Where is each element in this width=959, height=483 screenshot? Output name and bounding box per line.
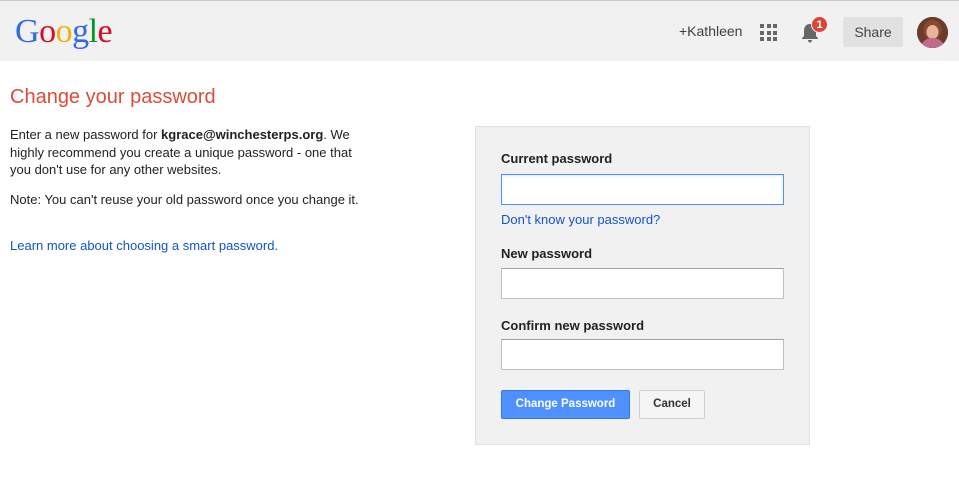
intro-text: Enter a new password for kgrace@winchest…: [10, 126, 360, 179]
logo-letter: g: [72, 13, 89, 50]
logo-letter: l: [88, 13, 98, 50]
learn-more-link[interactable]: Learn more about choosing a smart passwo…: [10, 238, 278, 253]
reuse-note: Note: You can't reuse your old password …: [10, 192, 359, 207]
logo-letter: e: [97, 13, 113, 50]
confirm-password-field[interactable]: [501, 339, 784, 370]
top-bar: Google +Kathleen 1 Share: [0, 0, 959, 61]
notification-count-badge[interactable]: 1: [811, 16, 828, 33]
avatar[interactable]: [917, 17, 948, 48]
cancel-button[interactable]: Cancel: [639, 390, 705, 419]
logo-letter: o: [39, 13, 56, 50]
page-title: Change your password: [10, 86, 216, 108]
account-email: kgrace@winchesterps.org: [161, 127, 324, 142]
intro-prefix: Enter a new password for: [10, 127, 162, 142]
apps-grid-icon[interactable]: [760, 24, 777, 41]
google-logo[interactable]: Google: [15, 13, 113, 50]
profile-name-link[interactable]: +Kathleen: [679, 23, 742, 39]
logo-letter: G: [15, 13, 40, 50]
share-button[interactable]: Share: [843, 17, 903, 47]
forgot-password-link[interactable]: Don't know your password?: [501, 212, 660, 227]
logo-letter: o: [55, 13, 73, 50]
current-password-label: Current password: [501, 151, 613, 166]
current-password-field[interactable]: [501, 174, 784, 205]
confirm-password-label: Confirm new password: [501, 318, 645, 333]
new-password-label: New password: [501, 246, 593, 261]
change-password-button[interactable]: Change Password: [501, 390, 630, 419]
new-password-field[interactable]: [501, 268, 784, 299]
